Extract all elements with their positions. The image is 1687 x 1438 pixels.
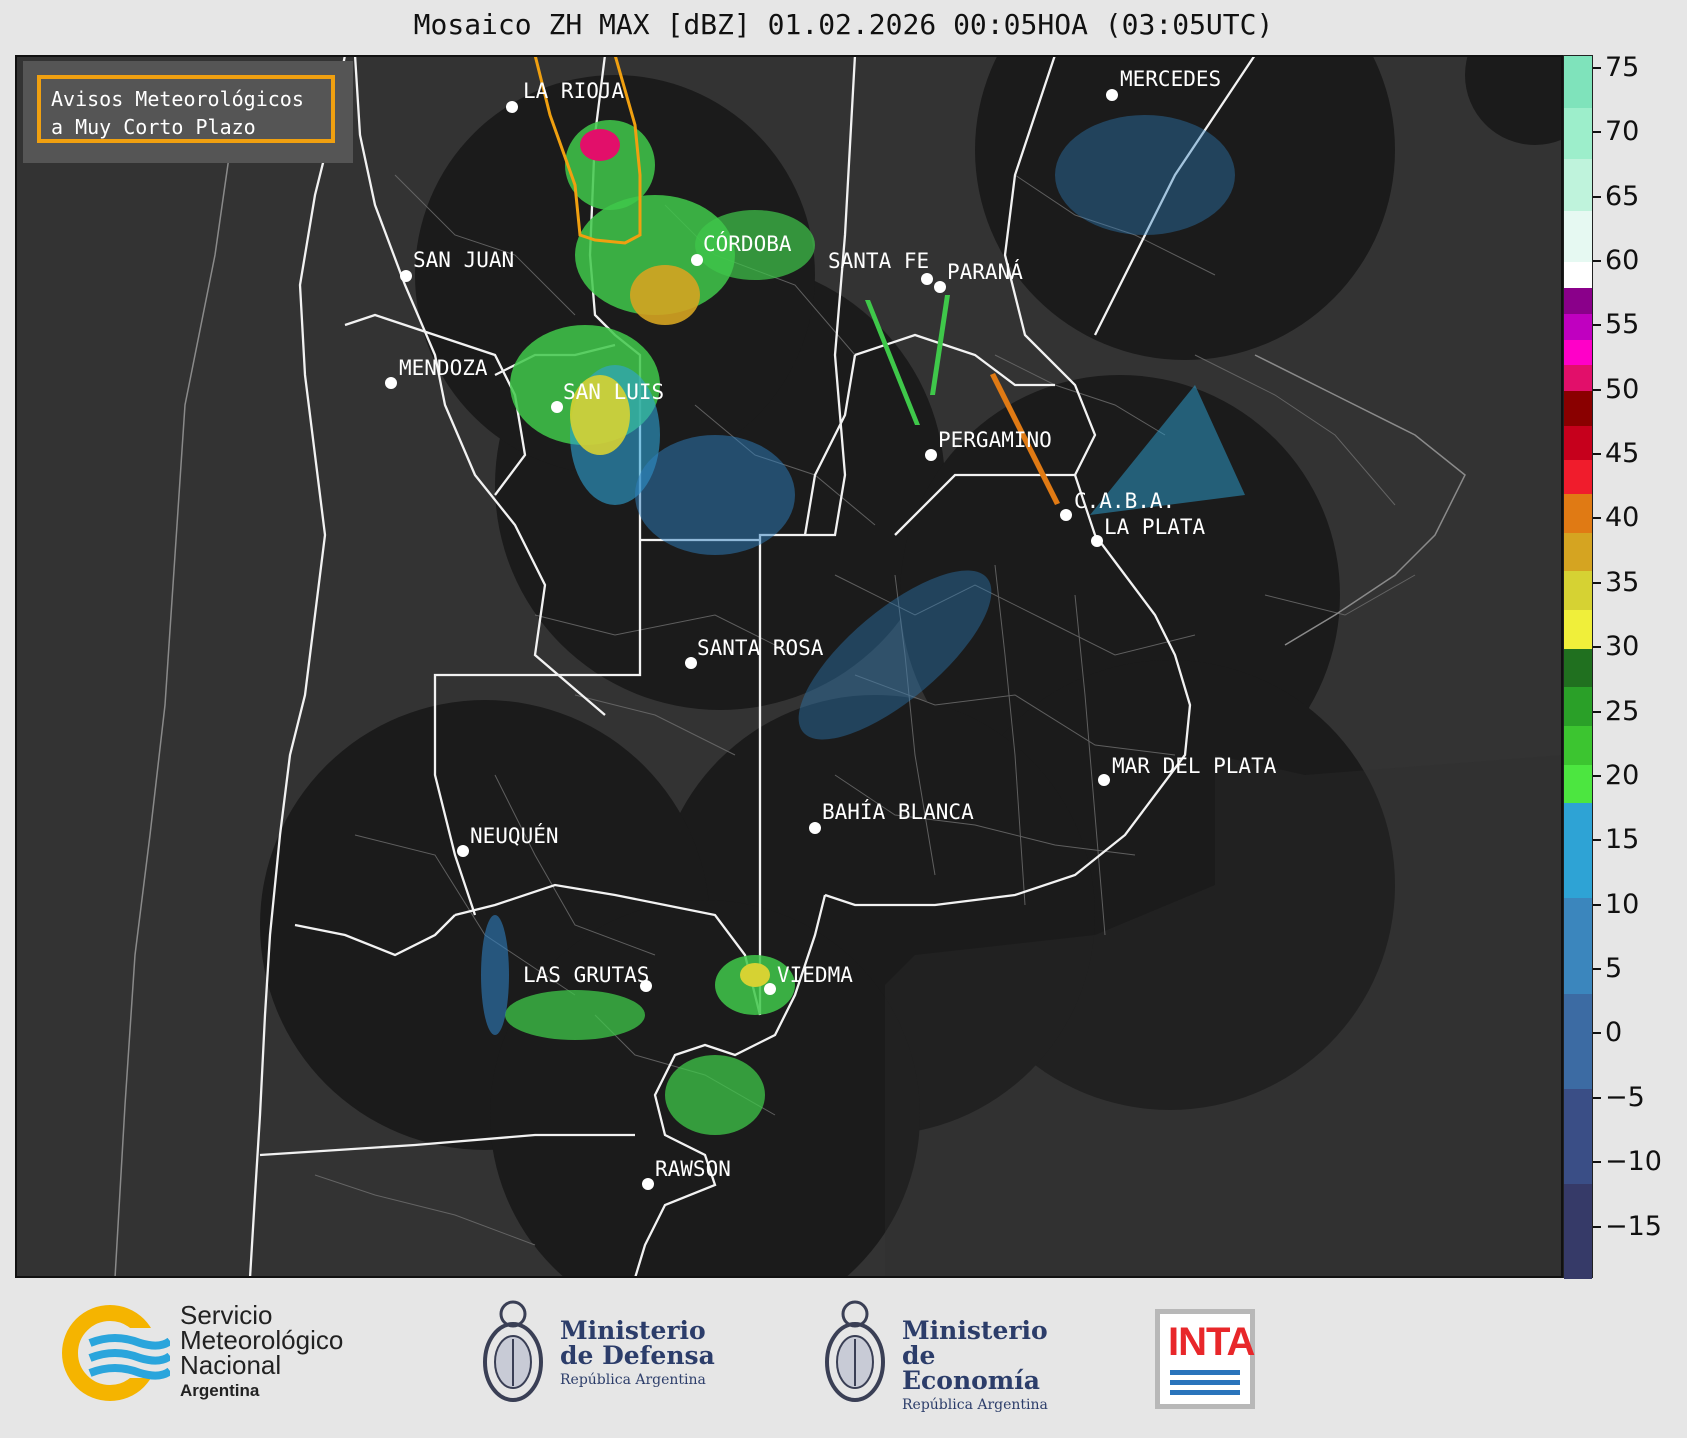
city-label: LAS GRUTAS	[523, 963, 649, 987]
colorbar-segment	[1564, 425, 1592, 460]
city-label: SANTA ROSA	[697, 636, 824, 660]
colorbar-segment	[1564, 532, 1592, 572]
radar-map[interactable]: LA RIOJA MERCEDES CÓRDOBA SAN JUAN SANTA…	[15, 55, 1563, 1278]
colorbar-tick-label: 35	[1605, 566, 1640, 598]
colorbar-tick-label: 75	[1605, 51, 1640, 83]
colorbar-tick-label: 25	[1605, 695, 1640, 727]
city-label: MENDOZA	[399, 356, 488, 380]
radar-map-canvas: LA RIOJA MERCEDES CÓRDOBA SAN JUAN SANTA…	[15, 55, 1563, 1278]
colorbar-tick-label: 50	[1605, 373, 1640, 405]
inta-logo: INTA	[1155, 1309, 1255, 1409]
colorbar-segment	[1564, 570, 1592, 611]
colorbar-tick-label: 10	[1605, 888, 1640, 920]
colorbar-segment	[1564, 158, 1592, 211]
city-label: RAWSON	[655, 1157, 731, 1181]
colorbar-segment	[1564, 287, 1592, 314]
colorbar-tick-label: 55	[1605, 309, 1640, 341]
warning-legend: Avisos Meteorológicos a Muy Corto Plazo	[23, 61, 353, 163]
colorbar-tick-label: 30	[1605, 631, 1640, 663]
colorbar-tick-label: 40	[1605, 502, 1640, 534]
colorbar-tick-label: 5	[1605, 953, 1623, 985]
footer-logos: Servicio Meteorológico Nacional Argentin…	[0, 1278, 1687, 1438]
city-label: MAR DEL PLATA	[1112, 754, 1277, 778]
defensa-line1: Ministerio	[560, 1316, 706, 1345]
colorbar-segment	[1564, 897, 1592, 994]
city-label: SANTA FE	[828, 249, 929, 273]
city-label: VIEDMA	[777, 963, 853, 987]
city-label: LA RIOJA	[523, 79, 625, 103]
colorbar-tick-label: −15	[1605, 1210, 1662, 1242]
defensa-logo: Ministerio de Defensa República Argentin…	[478, 1294, 738, 1414]
city-label: SAN JUAN	[413, 248, 514, 272]
economia-line2: de Economía	[902, 1341, 1040, 1395]
colorbar-segment	[1564, 339, 1592, 366]
city-label: CÓRDOBA	[703, 231, 792, 256]
colorbar-segment	[1564, 493, 1592, 533]
colorbar-tick-label: 20	[1605, 759, 1640, 791]
economia-line3: República Argentina	[902, 1397, 1048, 1413]
colorbar-segment	[1564, 802, 1592, 899]
defensa-line3: República Argentina	[560, 1372, 706, 1388]
inta-logo-text: INTA	[1168, 1320, 1255, 1364]
colorbar-segment	[1564, 609, 1592, 649]
warning-legend-box[interactable]: Avisos Meteorológicos a Muy Corto Plazo	[37, 75, 335, 143]
smn-line4: Argentina	[180, 1381, 260, 1400]
colorbar-segment	[1564, 459, 1592, 495]
defensa-line2: de Defensa	[560, 1341, 715, 1370]
smn-logo: Servicio Meteorológico Nacional Argentin…	[60, 1302, 380, 1403]
colorbar-segment	[1564, 56, 1592, 108]
colorbar-segment	[1564, 686, 1592, 726]
colorbar-tick-label: 65	[1605, 180, 1640, 212]
colorbar-segment	[1564, 1183, 1592, 1280]
warning-legend-line1: Avisos Meteorológicos	[51, 87, 304, 111]
colorbar-tick-label: −5	[1605, 1081, 1645, 1113]
colorbar-segment	[1564, 261, 1592, 289]
colorbar-segment	[1564, 313, 1592, 340]
colorbar-segment	[1564, 107, 1592, 160]
defensa-logo-text: Ministerio de Defensa República Argentin…	[560, 1318, 715, 1393]
colorbar-segment	[1564, 390, 1592, 426]
smn-line3: Nacional	[180, 1350, 282, 1380]
colorbar-tick-label: 60	[1605, 244, 1640, 276]
colorbar-tick-label: 0	[1605, 1017, 1623, 1049]
colorbar	[1563, 55, 1593, 1280]
smn-logo-text: Servicio Meteorológico Nacional Argentin…	[180, 1302, 343, 1403]
colorbar-segment	[1564, 648, 1592, 688]
smn-logo-icon	[62, 1305, 173, 1401]
colorbar-segment	[1564, 764, 1592, 804]
colorbar-tick-label: 70	[1605, 116, 1640, 148]
economia-logo: Ministerio de Economía República Argenti…	[820, 1294, 1080, 1414]
city-label: MERCEDES	[1120, 67, 1221, 91]
economia-line1: Ministerio	[902, 1316, 1048, 1345]
colorbar-segment	[1564, 364, 1592, 392]
city-label: PARANÁ	[947, 259, 1023, 284]
colorbar-segment	[1564, 993, 1592, 1089]
colorbar-tick-label: 15	[1605, 824, 1640, 856]
city-label: C.A.B.A.	[1074, 489, 1175, 513]
colorbar-segment	[1564, 210, 1592, 263]
economia-logo-text: Ministerio de Economía República Argenti…	[902, 1318, 1080, 1418]
colorbar-segment	[1564, 725, 1592, 765]
map-title: Mosaico ZH MAX [dBZ] 01.02.2026 00:05HOA…	[413, 8, 1274, 41]
warning-legend-line2: a Muy Corto Plazo	[51, 115, 256, 139]
colorbar-tick-label: 45	[1605, 438, 1640, 470]
colorbar-segment	[1564, 1088, 1592, 1185]
city-label: PERGAMINO	[938, 428, 1052, 452]
city-label: SAN LUIS	[563, 380, 664, 404]
city-label: LA PLATA	[1104, 515, 1206, 539]
city-label: BAHÍA BLANCA	[822, 799, 974, 824]
colorbar-tick-label: −10	[1605, 1146, 1662, 1178]
national-emblem-icon	[825, 1300, 885, 1402]
city-label: NEUQUÉN	[470, 823, 559, 848]
national-emblem-icon	[483, 1300, 543, 1402]
